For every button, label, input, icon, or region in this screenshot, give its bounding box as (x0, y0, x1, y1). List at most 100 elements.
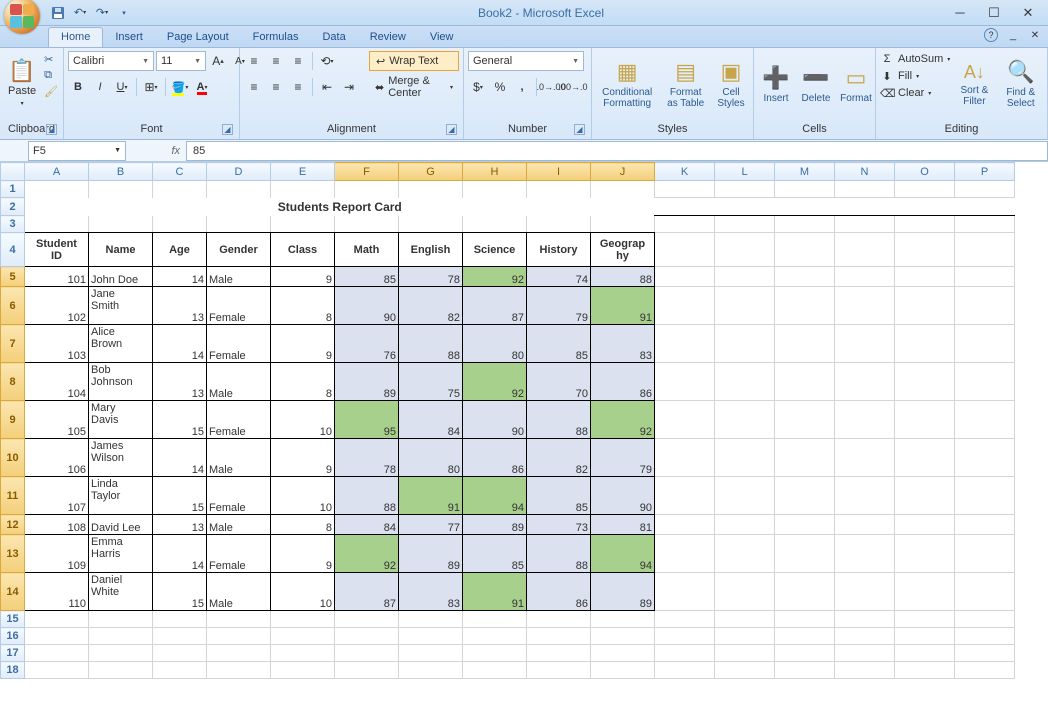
row-header[interactable]: 4 (1, 233, 25, 267)
format-as-table-button[interactable]: ▤Format as Table (662, 51, 709, 117)
cell[interactable]: 80 (463, 325, 527, 363)
cell[interactable] (591, 645, 655, 662)
cell[interactable]: LindaTaylor (89, 477, 153, 515)
tab-insert[interactable]: Insert (103, 28, 155, 47)
cell[interactable]: AliceBrown (89, 325, 153, 363)
cell[interactable] (895, 662, 955, 679)
cell[interactable]: 9 (271, 439, 335, 477)
cell[interactable] (271, 645, 335, 662)
cell[interactable]: 91 (399, 477, 463, 515)
cell[interactable] (153, 662, 207, 679)
cell[interactable] (335, 611, 399, 628)
cell[interactable] (775, 662, 835, 679)
row-header[interactable]: 12 (1, 515, 25, 535)
cell[interactable] (955, 628, 1015, 645)
cell[interactable]: 10 (271, 573, 335, 611)
cell[interactable]: David Lee (89, 515, 153, 535)
cell[interactable] (399, 611, 463, 628)
align-top-icon[interactable]: ≡ (244, 51, 264, 71)
comma-icon[interactable]: , (512, 77, 532, 97)
cell[interactable]: 82 (399, 287, 463, 325)
cell[interactable]: Male (207, 439, 271, 477)
cell[interactable]: 92 (463, 267, 527, 287)
cell[interactable]: 9 (271, 267, 335, 287)
cell[interactable]: 92 (335, 535, 399, 573)
cell[interactable]: 14 (153, 439, 207, 477)
qat-customize-icon[interactable]: ▾ (116, 5, 132, 21)
cell[interactable]: DanielWhite (89, 573, 153, 611)
cell[interactable]: 13 (153, 363, 207, 401)
cell[interactable]: 110 (25, 573, 89, 611)
border-button[interactable]: ⊞▾ (141, 77, 161, 97)
maximize-button[interactable]: ☐ (984, 5, 1004, 21)
cell[interactable]: 107 (25, 477, 89, 515)
fill-color-button[interactable]: 🪣▾ (170, 77, 190, 97)
cell[interactable] (335, 628, 399, 645)
cell[interactable]: 86 (591, 363, 655, 401)
tab-page-layout[interactable]: Page Layout (155, 28, 241, 47)
cell[interactable]: Female (207, 325, 271, 363)
cell[interactable] (89, 645, 153, 662)
cell[interactable]: 105 (25, 401, 89, 439)
cell[interactable] (207, 611, 271, 628)
font-size-select[interactable]: 11▼ (156, 51, 206, 71)
font-dialog-icon[interactable]: ◢ (222, 124, 233, 135)
cell[interactable]: 10 (271, 401, 335, 439)
row-header[interactable]: 3 (1, 216, 25, 233)
cell[interactable] (591, 611, 655, 628)
cell[interactable] (153, 645, 207, 662)
cell[interactable] (591, 628, 655, 645)
name-box[interactable]: F5▼ (28, 141, 126, 161)
align-middle-icon[interactable]: ≡ (266, 51, 286, 71)
tab-review[interactable]: Review (358, 28, 418, 47)
cell[interactable]: 94 (591, 535, 655, 573)
cell[interactable] (463, 662, 527, 679)
cell[interactable]: 9 (271, 325, 335, 363)
cell[interactable] (271, 662, 335, 679)
column-header[interactable]: O (895, 163, 955, 181)
column-header[interactable]: H (463, 163, 527, 181)
percent-icon[interactable]: % (490, 77, 510, 97)
paste-button[interactable]: 📋 Paste▾ (4, 51, 40, 117)
cell[interactable]: 77 (399, 515, 463, 535)
cell[interactable]: 92 (591, 401, 655, 439)
cell[interactable]: 89 (399, 535, 463, 573)
row-header[interactable]: 18 (1, 662, 25, 679)
cell[interactable] (835, 611, 895, 628)
cell[interactable] (25, 662, 89, 679)
cell[interactable] (399, 628, 463, 645)
cell[interactable]: Female (207, 401, 271, 439)
cell[interactable] (655, 662, 715, 679)
cell[interactable]: 109 (25, 535, 89, 573)
cell-styles-button[interactable]: ▣Cell Styles (713, 51, 749, 117)
cell[interactable]: 14 (153, 535, 207, 573)
cell[interactable]: 88 (527, 401, 591, 439)
cell[interactable]: Male (207, 515, 271, 535)
underline-button[interactable]: U▾ (112, 77, 132, 97)
fx-icon[interactable]: fx (171, 145, 180, 157)
cell[interactable]: 84 (335, 515, 399, 535)
cell[interactable]: 86 (527, 573, 591, 611)
column-header[interactable]: C (153, 163, 207, 181)
cell[interactable]: 14 (153, 325, 207, 363)
cell[interactable]: 90 (335, 287, 399, 325)
cell[interactable]: 106 (25, 439, 89, 477)
row-header[interactable]: 7 (1, 325, 25, 363)
close-button[interactable]: ✕ (1018, 5, 1038, 21)
cell[interactable]: 13 (153, 515, 207, 535)
cell[interactable] (895, 628, 955, 645)
cell[interactable] (25, 611, 89, 628)
column-header[interactable]: F (335, 163, 399, 181)
cell[interactable]: 85 (463, 535, 527, 573)
row-header[interactable]: 15 (1, 611, 25, 628)
cell[interactable]: 84 (399, 401, 463, 439)
cell[interactable]: 88 (335, 477, 399, 515)
minimize-button[interactable]: ─ (950, 5, 970, 21)
cell[interactable]: EmmaHarris (89, 535, 153, 573)
cell[interactable]: 103 (25, 325, 89, 363)
cell[interactable]: 90 (591, 477, 655, 515)
cell[interactable] (775, 611, 835, 628)
cell[interactable]: 88 (527, 535, 591, 573)
cell[interactable]: 85 (335, 267, 399, 287)
cell[interactable]: 76 (335, 325, 399, 363)
